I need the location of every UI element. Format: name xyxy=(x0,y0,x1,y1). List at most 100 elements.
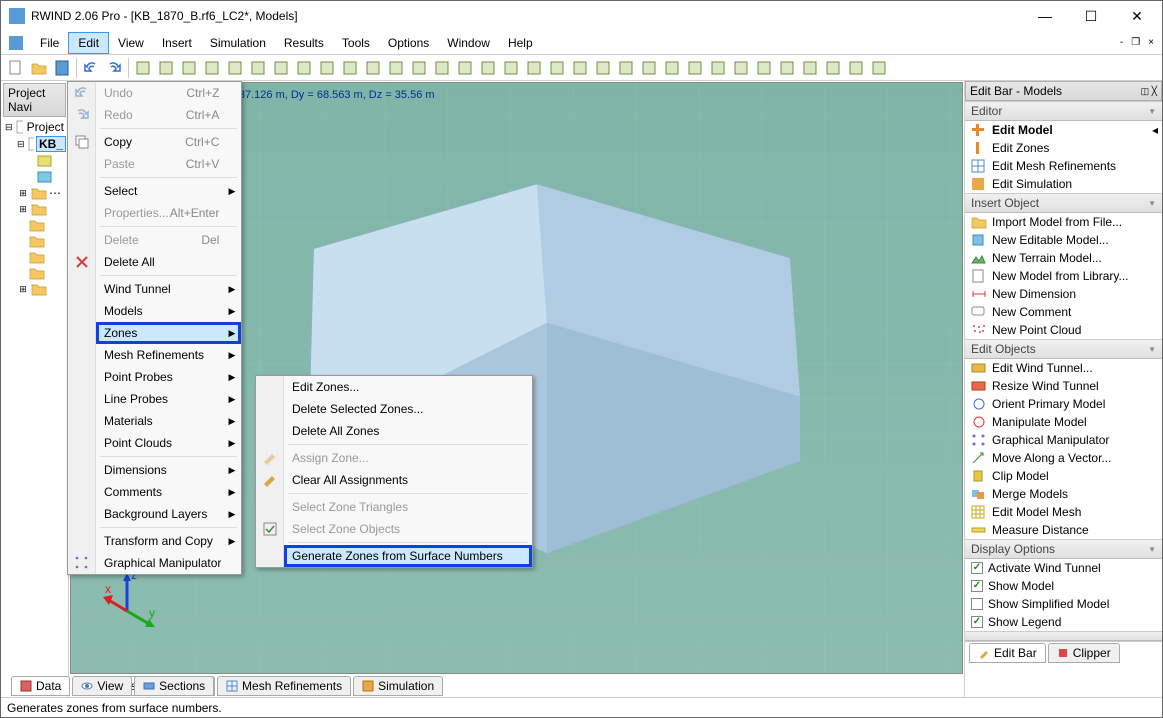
eb-edit-mesh[interactable]: Edit Model Mesh xyxy=(965,503,1162,521)
toolbar-button[interactable] xyxy=(385,57,407,79)
mi-point-clouds[interactable]: Point Clouds▶ xyxy=(96,432,241,454)
tab-editbar[interactable]: Edit Bar xyxy=(969,643,1046,663)
tab-data[interactable]: Data xyxy=(11,676,70,696)
tab-sections[interactable]: Sections xyxy=(134,676,214,696)
mi-assign-zone[interactable]: Assign Zone... xyxy=(284,447,532,469)
mi-sel-triangles[interactable]: Select Zone Triangles xyxy=(284,496,532,518)
mi-mesh-ref[interactable]: Mesh Refinements▶ xyxy=(96,344,241,366)
eb-show-model[interactable]: ✓Show Model xyxy=(965,577,1162,595)
mi-gman[interactable]: Graphical Manipulator xyxy=(96,552,241,574)
toolbar-button[interactable] xyxy=(155,57,177,79)
eb-manipulate[interactable]: Manipulate Model xyxy=(965,413,1162,431)
tb-redo[interactable] xyxy=(103,57,125,79)
eb-resize-wt[interactable]: Resize Wind Tunnel xyxy=(965,377,1162,395)
mi-materials[interactable]: Materials▶ xyxy=(96,410,241,432)
menu-tools[interactable]: Tools xyxy=(333,32,379,54)
toolbar-button[interactable] xyxy=(799,57,821,79)
mi-zones[interactable]: Zones▶ xyxy=(96,322,241,344)
menu-options[interactable]: Options xyxy=(379,32,438,54)
menu-results[interactable]: Results xyxy=(275,32,333,54)
eb-measure[interactable]: Measure Distance xyxy=(965,521,1162,539)
mi-wind-tunnel[interactable]: Wind Tunnel▶ xyxy=(96,278,241,300)
mi-select[interactable]: Select▶ xyxy=(96,180,241,202)
mi-clear-assign[interactable]: Clear All Assignments xyxy=(284,469,532,491)
toolbar-button[interactable] xyxy=(638,57,660,79)
mi-props[interactable]: Properties...Alt+Enter xyxy=(96,202,241,224)
mdi-minimize[interactable]: - xyxy=(1118,37,1125,48)
toolbar-button[interactable] xyxy=(661,57,683,79)
eb-edit-wt[interactable]: Edit Wind Tunnel... xyxy=(965,359,1162,377)
toolbar-button[interactable] xyxy=(316,57,338,79)
toolbar-button[interactable] xyxy=(868,57,890,79)
eb-new-from-lib[interactable]: New Model from Library... xyxy=(965,267,1162,285)
eb-edit-mesh-ref[interactable]: Edit Mesh Refinements xyxy=(965,157,1162,175)
toolbar-button[interactable] xyxy=(270,57,292,79)
eb-new-pointcloud[interactable]: New Point Cloud xyxy=(965,321,1162,339)
tb-save[interactable] xyxy=(51,57,73,79)
mi-redo[interactable]: RedoCtrl+A xyxy=(96,104,241,126)
tab-clipper[interactable]: Clipper xyxy=(1048,643,1120,663)
eb-clip[interactable]: Clip Model xyxy=(965,467,1162,485)
toolbar-button[interactable] xyxy=(730,57,752,79)
menu-simulation[interactable]: Simulation xyxy=(201,32,275,54)
mi-models[interactable]: Models▶ xyxy=(96,300,241,322)
mi-bg-layers[interactable]: Background Layers▶ xyxy=(96,503,241,525)
mi-copy[interactable]: CopyCtrl+C xyxy=(96,131,241,153)
toolbar-button[interactable] xyxy=(454,57,476,79)
toolbar-button[interactable] xyxy=(500,57,522,79)
toolbar-button[interactable] xyxy=(776,57,798,79)
maximize-button[interactable]: ☐ xyxy=(1068,1,1114,31)
mi-edit-zones[interactable]: Edit Zones... xyxy=(284,376,532,398)
tab-view[interactable]: View xyxy=(72,676,132,696)
eb-merge[interactable]: Merge Models xyxy=(965,485,1162,503)
mdi-close[interactable]: × xyxy=(1146,37,1156,48)
eb-new-comment[interactable]: New Comment xyxy=(965,303,1162,321)
toolbar-button[interactable] xyxy=(523,57,545,79)
mi-point-probes[interactable]: Point Probes▶ xyxy=(96,366,241,388)
close-button[interactable]: ✕ xyxy=(1114,1,1160,31)
eb-gman[interactable]: Graphical Manipulator xyxy=(965,431,1162,449)
tb-open[interactable] xyxy=(28,57,50,79)
toolbar-button[interactable] xyxy=(339,57,361,79)
mi-sel-objects[interactable]: Select Zone Objects xyxy=(284,518,532,540)
tree-project[interactable]: Project xyxy=(25,120,66,134)
toolbar-button[interactable] xyxy=(224,57,246,79)
mi-delete[interactable]: DeleteDel xyxy=(96,229,241,251)
menu-insert[interactable]: Insert xyxy=(153,32,201,54)
eb-show-simplified[interactable]: Show Simplified Model xyxy=(965,595,1162,613)
tree-kb[interactable]: KB_ xyxy=(36,136,66,152)
toolbar-button[interactable] xyxy=(132,57,154,79)
tb-new[interactable] xyxy=(5,57,27,79)
eb-new-terrain[interactable]: New Terrain Model... xyxy=(965,249,1162,267)
tab-mesh[interactable]: Mesh Refinements xyxy=(217,676,351,696)
toolbar-button[interactable] xyxy=(615,57,637,79)
toolbar-button[interactable] xyxy=(569,57,591,79)
eb-show-legend[interactable]: ✓Show Legend xyxy=(965,613,1162,631)
toolbar-button[interactable] xyxy=(293,57,315,79)
menu-window[interactable]: Window xyxy=(438,32,499,54)
mdi-restore[interactable]: ❐ xyxy=(1129,37,1142,48)
toolbar-button[interactable] xyxy=(201,57,223,79)
toolbar-button[interactable] xyxy=(546,57,568,79)
menu-view[interactable]: View xyxy=(109,32,153,54)
toolbar-button[interactable] xyxy=(592,57,614,79)
eb-move-vector[interactable]: Move Along a Vector... xyxy=(965,449,1162,467)
eb-edit-model[interactable]: Edit Model◂ xyxy=(965,121,1162,139)
mi-comments[interactable]: Comments▶ xyxy=(96,481,241,503)
mi-del-sel-zones[interactable]: Delete Selected Zones... xyxy=(284,398,532,420)
mi-del-all-zones[interactable]: Delete All Zones xyxy=(284,420,532,442)
toolbar-button[interactable] xyxy=(845,57,867,79)
mi-paste[interactable]: PasteCtrl+V xyxy=(96,153,241,175)
toolbar-button[interactable] xyxy=(684,57,706,79)
toolbar-button[interactable] xyxy=(822,57,844,79)
toolbar-button[interactable] xyxy=(178,57,200,79)
toolbar-button[interactable] xyxy=(753,57,775,79)
eb-orient[interactable]: Orient Primary Model xyxy=(965,395,1162,413)
toolbar-button[interactable] xyxy=(431,57,453,79)
mi-undo[interactable]: UndoCtrl+Z xyxy=(96,82,241,104)
eb-edit-zones[interactable]: Edit Zones xyxy=(965,139,1162,157)
menu-edit[interactable]: Edit xyxy=(68,32,109,54)
mi-transform[interactable]: Transform and Copy▶ xyxy=(96,530,241,552)
eb-activate-wt[interactable]: ✓Activate Wind Tunnel xyxy=(965,559,1162,577)
mi-line-probes[interactable]: Line Probes▶ xyxy=(96,388,241,410)
